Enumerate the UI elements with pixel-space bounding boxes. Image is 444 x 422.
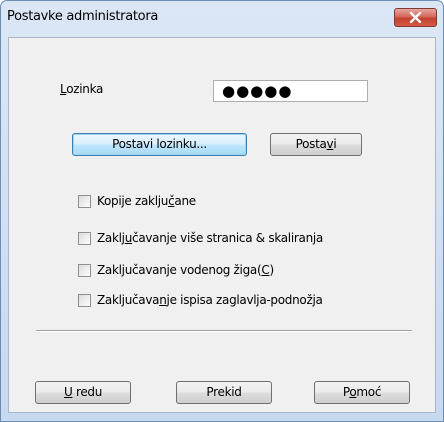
watermark-lock-checkbox[interactable] — [78, 264, 91, 277]
dialog-body: Lozinka ●●●●● Postavi lozinku... Postavi… — [8, 37, 436, 413]
title-bar[interactable]: Postavke administratora — [1, 1, 443, 37]
copies-locked-label: Kopije zaključane — [97, 194, 196, 208]
help-button[interactable]: Pomoć — [314, 381, 410, 404]
close-button[interactable] — [394, 8, 437, 27]
password-field[interactable]: ●●●●● — [213, 80, 368, 102]
password-label: Lozinka — [60, 82, 104, 96]
admin-settings-dialog: Postavke administratora Lozinka ●●●●● Po… — [0, 0, 444, 422]
watermark-lock-label: Zaključavanje vodenog žiga(C) — [97, 263, 274, 277]
password-value: ●●●●● — [222, 82, 293, 100]
separator — [36, 330, 412, 332]
header-footer-lock-label: Zaključavanje ispisa zaglavlja-podnožja — [97, 293, 323, 307]
multipage-scaling-checkbox[interactable] — [78, 232, 91, 245]
set-password-button[interactable]: Postavi lozinku... — [72, 133, 247, 156]
header-footer-lock-checkbox[interactable] — [78, 294, 91, 307]
close-icon — [409, 12, 422, 23]
set-button[interactable]: Postavi — [270, 133, 362, 156]
cancel-button[interactable]: Prekid — [176, 381, 272, 404]
copies-locked-checkbox[interactable] — [78, 195, 91, 208]
multipage-scaling-label: Zaključavanje više stranica & skaliranja — [97, 231, 323, 245]
ok-button[interactable]: U redu — [35, 381, 131, 404]
window-title: Postavke administratora — [7, 9, 159, 24]
